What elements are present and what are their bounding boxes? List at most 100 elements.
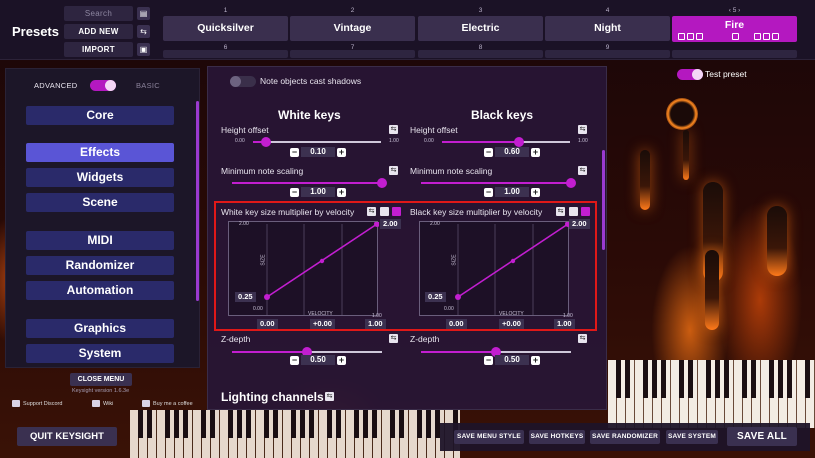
preset-slot-electric[interactable]: Electric	[418, 16, 543, 41]
white-min-note-scaling-slider[interactable]	[232, 178, 387, 188]
preset-slot-fire[interactable]: Fire	[672, 16, 797, 42]
white-height-offset-value[interactable]: 0.10	[301, 147, 335, 157]
import-button[interactable]: IMPORT	[64, 42, 133, 57]
sidebar-scrollbar[interactable]	[196, 101, 199, 301]
white-z-depth-slider[interactable]	[232, 347, 382, 357]
preset-slot-empty[interactable]	[290, 50, 415, 58]
paste-icon[interactable]	[696, 33, 703, 40]
piano-black-key	[210, 410, 215, 438]
piano-black-key	[264, 410, 269, 438]
decrement-button[interactable]: −	[290, 147, 299, 157]
black-z-depth-label: Z-depth	[410, 334, 440, 344]
preset-search-input[interactable]: Search	[64, 6, 133, 21]
increment-button[interactable]: +	[531, 147, 540, 157]
chevron-right-icon[interactable]: ›	[738, 7, 740, 14]
save-system-button[interactable]: SAVE SYSTEM	[666, 430, 718, 444]
black-height-offset-stepper[interactable]: −0.60 +	[484, 147, 540, 157]
nav-core[interactable]: Core	[26, 106, 174, 125]
nav-midi[interactable]: MIDI	[26, 231, 174, 250]
piano-black-key	[688, 360, 693, 398]
black-height-offset-value[interactable]: 0.60	[495, 147, 529, 157]
black-z-depth-slider[interactable]	[421, 347, 571, 357]
nav-graphics[interactable]: Graphics	[26, 319, 174, 338]
add-new-button[interactable]: ADD NEW	[64, 24, 133, 39]
increment-button[interactable]: +	[337, 187, 346, 197]
undo-icon[interactable]: ⇆	[137, 25, 150, 38]
decrement-button[interactable]: −	[484, 187, 493, 197]
buy-me-a-coffee-link[interactable]: Buy me a coffee	[142, 400, 193, 407]
black-min-note-scaling-slider[interactable]	[421, 178, 576, 188]
nav-widgets[interactable]: Widgets	[26, 168, 174, 187]
increment-button[interactable]: +	[337, 147, 346, 157]
copy-icon[interactable]	[678, 33, 685, 40]
black-min-note-scaling-stepper[interactable]: −1.00 +	[484, 187, 540, 197]
chevron-left-icon[interactable]: ‹	[729, 7, 731, 14]
piano-black-key	[174, 410, 179, 438]
white-z-depth-stepper[interactable]: −0.50 +	[290, 355, 346, 365]
black-min-note-scaling-label: Minimum note scaling	[410, 166, 493, 176]
nav-scene[interactable]: Scene	[26, 193, 174, 212]
quit-keysight-button[interactable]: QUIT KEYSIGHT	[17, 427, 117, 446]
piano-black-key	[336, 410, 341, 438]
save-icon[interactable]	[763, 33, 770, 40]
preset-slot-empty[interactable]	[672, 50, 797, 58]
preset-slot-empty[interactable]	[418, 50, 543, 58]
decrement-button[interactable]: −	[484, 355, 493, 365]
save-menu-style-button[interactable]: SAVE MENU STYLE	[454, 430, 524, 444]
piano-black-key	[706, 360, 711, 398]
shadows-toggle[interactable]	[230, 76, 256, 87]
black-z-depth-stepper[interactable]: −0.50 +	[484, 355, 540, 365]
preset-slot-vintage[interactable]: Vintage	[290, 16, 415, 41]
trash-icon[interactable]	[772, 33, 779, 40]
preset-slot-empty[interactable]	[545, 50, 670, 58]
advanced-basic-toggle[interactable]	[90, 80, 116, 91]
preset-slot-night[interactable]: Night	[545, 16, 670, 41]
black-z-depth-value[interactable]: 0.50	[495, 355, 529, 365]
nav-automation[interactable]: Automation	[26, 281, 174, 300]
white-min-note-scaling-value[interactable]: 1.00	[301, 187, 335, 197]
white-height-offset-stepper[interactable]: −0.10 +	[290, 147, 346, 157]
black-height-offset-slider[interactable]	[442, 137, 570, 147]
advanced-label: ADVANCED	[34, 81, 78, 90]
decrement-button[interactable]: −	[290, 355, 299, 365]
reset-icon[interactable]: ⇆	[389, 125, 398, 134]
load-icon[interactable]	[754, 33, 761, 40]
save-hotkeys-button[interactable]: SAVE HOTKEYS	[529, 430, 585, 444]
white-height-offset-slider[interactable]	[253, 137, 381, 147]
reset-icon[interactable]: ⇆	[578, 125, 587, 134]
nav-system[interactable]: System	[26, 344, 174, 363]
test-preset-toggle[interactable]	[677, 69, 703, 80]
black-min-note-scaling-value[interactable]: 1.00	[495, 187, 529, 197]
decrement-button[interactable]: −	[484, 147, 493, 157]
increment-button[interactable]: +	[531, 355, 540, 365]
edit-icon[interactable]	[732, 33, 739, 40]
nav-effects[interactable]: Effects	[26, 143, 174, 162]
reset-icon[interactable]: ⇆	[389, 334, 398, 343]
piano-black-key	[399, 410, 404, 438]
preset-slot-empty[interactable]	[163, 50, 288, 58]
fire-pillar	[640, 150, 650, 210]
reset-icon[interactable]: ⇆	[578, 166, 587, 175]
increment-button[interactable]: +	[337, 355, 346, 365]
piano-black-key	[417, 410, 422, 438]
reset-icon[interactable]: ⇆	[389, 166, 398, 175]
increment-button[interactable]: +	[531, 187, 540, 197]
white-min-note-scaling-stepper[interactable]: −1.00 +	[290, 187, 346, 197]
save-all-button[interactable]: SAVE ALL	[727, 427, 797, 446]
wiki-link[interactable]: Wiki	[92, 400, 113, 407]
decrement-button[interactable]: −	[290, 187, 299, 197]
copy-icon[interactable]	[687, 33, 694, 40]
preset-slot-number: 2	[350, 7, 355, 14]
close-menu-button[interactable]: CLOSE MENU	[70, 373, 132, 386]
reset-icon[interactable]: ⇆	[578, 334, 587, 343]
folder-icon[interactable]: ▤	[137, 7, 150, 20]
nav-randomizer[interactable]: Randomizer	[26, 256, 174, 275]
preset-page-nav[interactable]: ‹ 5 ›	[672, 7, 797, 14]
reset-icon[interactable]: ⇆	[325, 392, 334, 401]
save-icon[interactable]: ▣	[137, 43, 150, 56]
white-z-depth-value[interactable]: 0.50	[301, 355, 335, 365]
save-randomizer-button[interactable]: SAVE RANDOMIZER	[590, 430, 660, 444]
preset-slot-quicksilver[interactable]: Quicksilver	[163, 16, 288, 41]
panel-scrollbar[interactable]	[602, 150, 605, 250]
support-discord-link[interactable]: Support Discord	[12, 400, 62, 407]
